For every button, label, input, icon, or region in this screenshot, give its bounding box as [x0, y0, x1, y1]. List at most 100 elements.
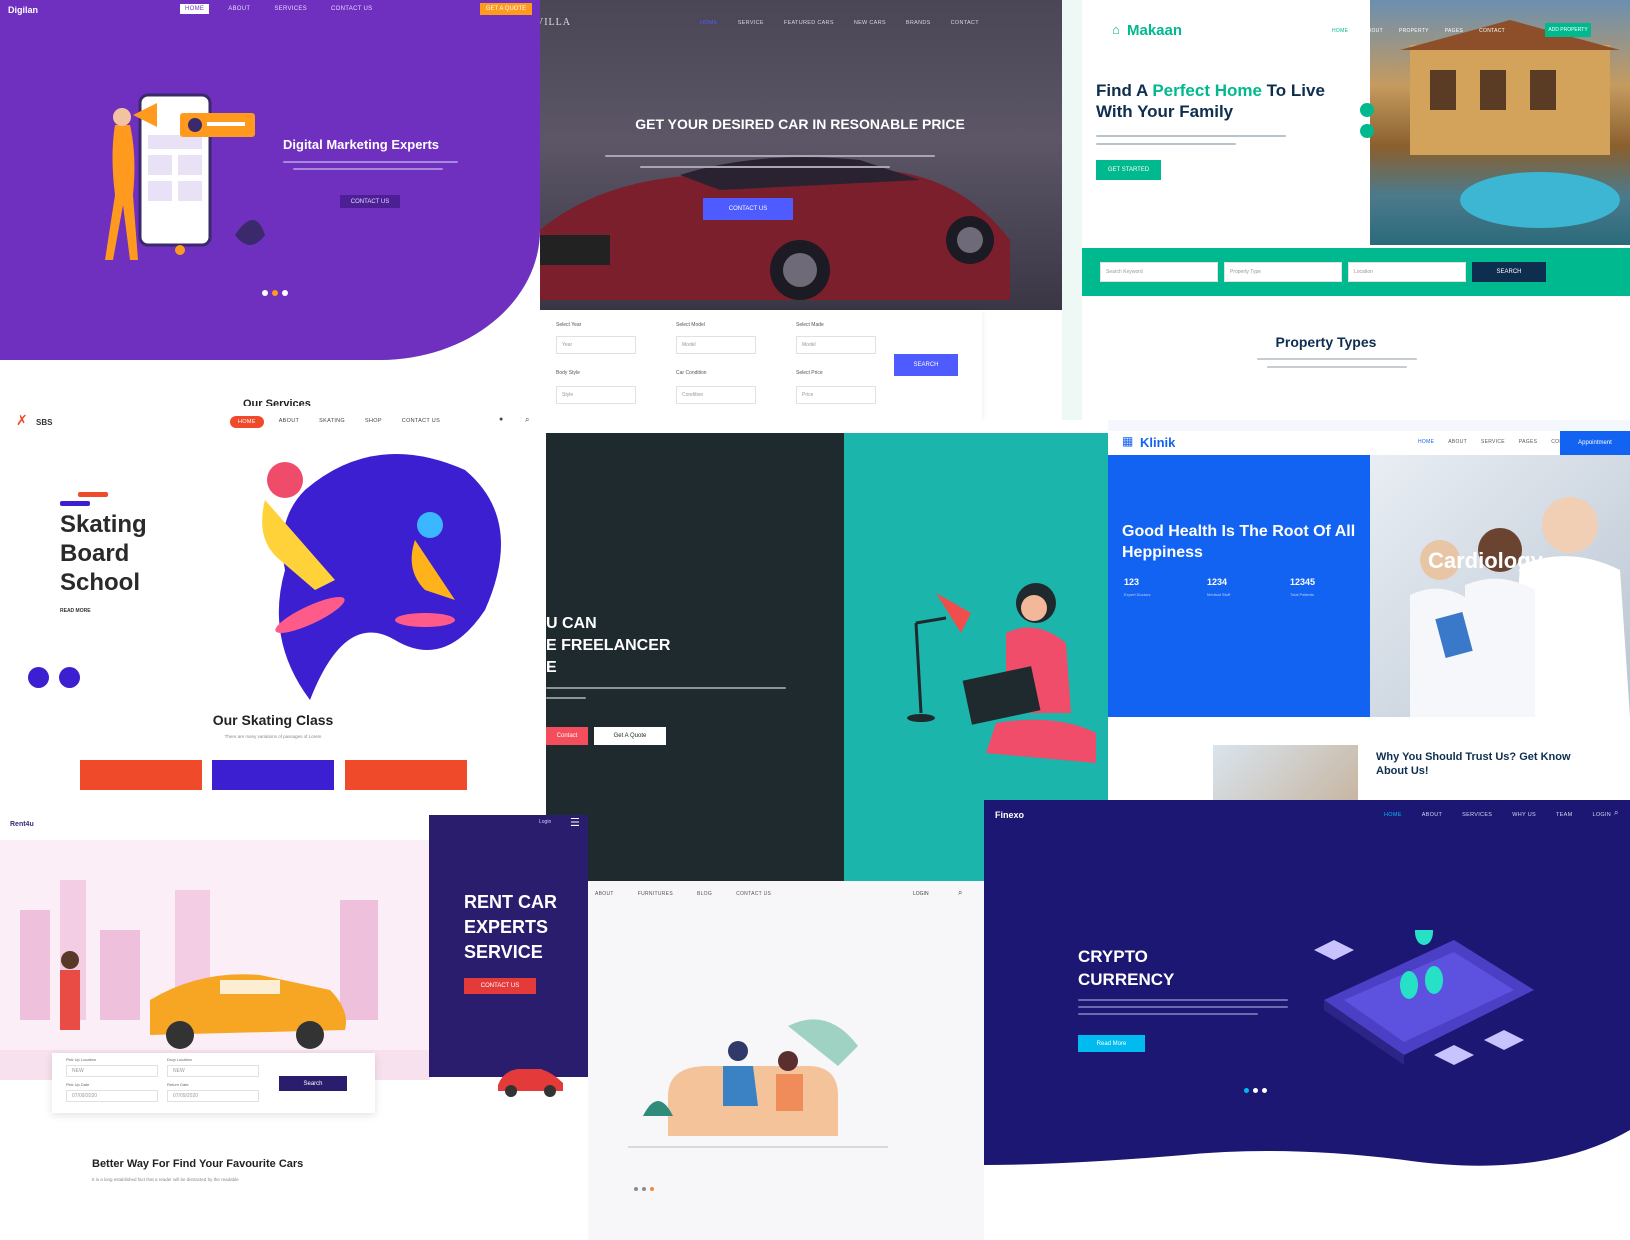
nav-item-home[interactable]: HOME [230, 416, 264, 428]
read-more-button[interactable]: Read More [1078, 1035, 1145, 1052]
nav-item-skating[interactable]: SKATING [314, 416, 350, 428]
get-quote-button[interactable]: GET A QUOTE [480, 3, 532, 15]
skating-class-heading: Our Skating Class [212, 712, 334, 728]
nav-item-service[interactable]: SERVICE [733, 18, 769, 28]
hamburger-menu-icon[interactable]: ☰ [570, 816, 580, 829]
filter-label: Select Made [796, 322, 824, 328]
condition-select[interactable]: Condition [676, 386, 756, 404]
next-arrow-button[interactable] [59, 667, 80, 688]
carousel-dots[interactable] [260, 283, 290, 301]
appointment-button[interactable]: Appointment [1560, 431, 1630, 455]
cardiology-overlay-text: Cardiology [1428, 548, 1543, 573]
slider-arrow-icon[interactable] [1360, 103, 1374, 117]
villa-photo [1370, 0, 1630, 245]
nav-item-blog[interactable]: BLOG [692, 889, 717, 899]
nav-item-about[interactable]: ABOUT [1417, 810, 1447, 820]
rent4u-logo[interactable]: Rent4u [10, 821, 34, 828]
login-link[interactable]: LOGIN [913, 891, 929, 897]
sbs-panel: Our Services ✗ SBS HOME ABOUT SKATING SH… [0, 360, 546, 815]
house-icon: ⌂ [1112, 22, 1120, 37]
nav-item-home[interactable]: HOME [695, 18, 723, 28]
nav-item-about[interactable]: ABOUT [1359, 26, 1388, 36]
nav-item-new-cars[interactable]: NEW CARS [849, 18, 891, 28]
carousel-dots[interactable] [1242, 1080, 1269, 1098]
nav-item-about[interactable]: ABOUT [590, 889, 619, 899]
klinik-logo[interactable]: Klinik [1140, 435, 1175, 450]
pickup-date-input[interactable]: 07/09/2020 [66, 1090, 158, 1102]
contact-us-button[interactable]: CONTACT US [340, 195, 400, 208]
nav-item-why-us[interactable]: WHY US [1507, 810, 1541, 820]
nav-item-contact[interactable]: CONTACT [946, 18, 984, 28]
body-style-select[interactable]: Style [556, 386, 636, 404]
nav-item-home[interactable]: HOME [1413, 437, 1439, 447]
nav-item-featured-cars[interactable]: FEATURED CARS [779, 18, 839, 28]
nav-item-contact[interactable]: CONTACT [1474, 26, 1510, 36]
search-icon[interactable]: ⌕ [1614, 808, 1618, 818]
title-line: RENT CAR [464, 892, 557, 912]
search-button[interactable]: SEARCH [894, 354, 958, 376]
user-icon[interactable]: ● [499, 416, 503, 423]
nav-item-home[interactable]: HOME [180, 4, 210, 14]
model-select[interactable]: Model [676, 336, 756, 354]
contact-us-button[interactable]: CONTACT US [464, 978, 536, 994]
class-card[interactable] [345, 760, 467, 790]
title-line: E [546, 659, 557, 676]
return-date-input[interactable]: 07/09/2020 [167, 1090, 259, 1102]
nav-item-contact[interactable]: CONTACT US [326, 4, 377, 14]
class-card[interactable] [80, 760, 202, 790]
keyword-input[interactable]: Search Keyword [1100, 262, 1218, 282]
villa-logo[interactable]: VILLA [540, 17, 571, 28]
property-type-select[interactable]: Property Type [1224, 262, 1342, 282]
title-line: CURRENCY [1078, 970, 1175, 989]
add-property-button[interactable]: ADD PROPERTY [1545, 23, 1591, 37]
slider-arrow-icon[interactable] [1360, 124, 1374, 138]
nav-item-brands[interactable]: BRANDS [901, 18, 936, 28]
class-card[interactable] [212, 760, 334, 790]
nav-item-about[interactable]: ABOUT [1443, 437, 1472, 447]
nav-item-contact[interactable]: CONTACT US [731, 889, 776, 899]
makaan-logo[interactable]: Makaan [1127, 22, 1182, 39]
nav-item-login[interactable]: LOGIN [1587, 810, 1616, 820]
nav-item-property[interactable]: PROPERTY [1394, 26, 1434, 36]
finexo-logo[interactable]: Finexo [995, 810, 1024, 820]
get-a-quote-button[interactable]: Get A Quote [594, 727, 666, 745]
villa-hero-title: GET YOUR DESIRED CAR IN RESONABLE PRICE [635, 116, 965, 132]
title-highlight: Perfect Home [1152, 81, 1262, 100]
contact-us-button[interactable]: CONTACT US [703, 198, 793, 220]
nav-item-shop[interactable]: SHOP [360, 416, 387, 428]
drop-location-input[interactable]: NEW [167, 1065, 259, 1077]
form-label: Pick Up Location [66, 1057, 97, 1062]
nav-item-pages[interactable]: PAGES [1514, 437, 1542, 447]
read-more-link[interactable]: READ MORE [60, 608, 91, 614]
search-icon[interactable]: ⌕ [525, 415, 529, 425]
freelancer-illustration [876, 573, 1106, 773]
nav-item-services[interactable]: SERVICES [1457, 810, 1497, 820]
search-icon[interactable]: ⌕ [958, 888, 962, 898]
location-select[interactable]: Location [1348, 262, 1466, 282]
nav-item-pages[interactable]: PAGES [1440, 26, 1468, 36]
nav-item-home[interactable]: HOME [1379, 810, 1407, 820]
year-select[interactable]: Year [556, 336, 636, 354]
nav-item-home[interactable]: HOME [1327, 26, 1353, 36]
nav-item-service[interactable]: SERVICE [1476, 437, 1510, 447]
login-link[interactable]: Login [539, 819, 551, 825]
nav-item-about[interactable]: ABOUT [223, 4, 255, 14]
search-button[interactable]: Search [279, 1076, 347, 1091]
nav-item-team[interactable]: TEAM [1551, 810, 1577, 820]
nav-item-contact[interactable]: CONTACT US [397, 416, 445, 428]
get-started-button[interactable]: Get Started [1096, 160, 1161, 180]
rent4u-panel: Rent4u Pick Up Location Drop Location NE… [0, 815, 588, 1240]
our-services-heading: Our Services [243, 398, 311, 406]
nav-item-about[interactable]: ABOUT [274, 416, 304, 428]
contact-button[interactable]: Contact [546, 727, 588, 745]
carousel-dots[interactable] [632, 1178, 656, 1196]
digilan-logo[interactable]: Digilan [8, 5, 38, 15]
price-select[interactable]: Price [796, 386, 876, 404]
pickup-location-input[interactable]: NEW [66, 1065, 158, 1077]
search-button[interactable]: Search [1472, 262, 1546, 282]
prev-arrow-button[interactable] [28, 667, 49, 688]
nav-item-furnitures[interactable]: FURNITURES [633, 889, 678, 899]
sbs-logo[interactable]: SBS [36, 418, 52, 427]
nav-item-services[interactable]: SERVICES [269, 4, 312, 14]
made-select[interactable]: Model [796, 336, 876, 354]
